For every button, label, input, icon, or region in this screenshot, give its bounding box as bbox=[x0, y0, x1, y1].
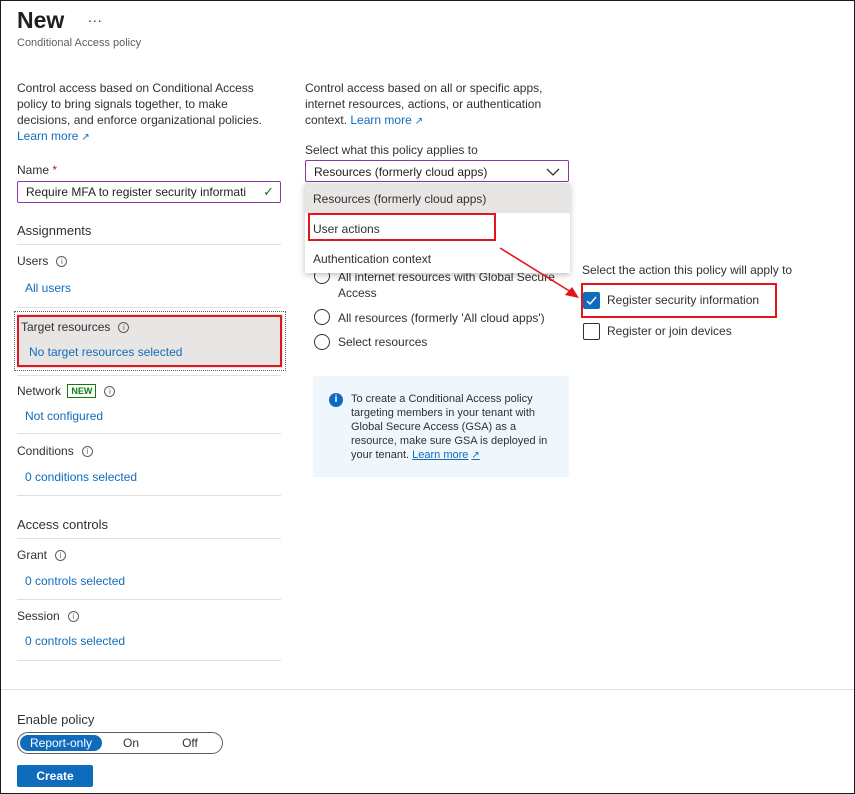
applies-to-select[interactable]: Resources (formerly cloud apps) bbox=[305, 160, 569, 182]
info-icon[interactable]: i bbox=[55, 550, 67, 561]
users-label: Users i bbox=[17, 254, 68, 268]
resources-description-text: Control access based on all or specific … bbox=[305, 81, 543, 127]
info-icon[interactable]: i bbox=[67, 611, 79, 622]
page-title: New bbox=[17, 7, 65, 33]
resources-description: Control access based on all or specific … bbox=[305, 80, 555, 130]
resources-learn-more-label: Learn more bbox=[350, 113, 412, 127]
access-controls-heading: Access controls bbox=[17, 517, 109, 532]
user-actions-highlight bbox=[308, 213, 496, 241]
footer-divider bbox=[1, 689, 854, 690]
policy-description: Control access based on Conditional Acce… bbox=[17, 80, 272, 146]
toggle-off-label: Off bbox=[182, 736, 198, 750]
external-link-icon: ↗ bbox=[81, 132, 90, 143]
register-security-info-highlight bbox=[581, 283, 777, 318]
target-resources-value-link[interactable]: No target resources selected bbox=[29, 345, 182, 359]
gsa-info-box: i To create a Conditional Access policy … bbox=[313, 376, 569, 477]
grant-label-text: Grant bbox=[17, 548, 48, 562]
radio-all-resources-label: All resources (formerly 'All cloud apps'… bbox=[338, 311, 545, 325]
toggle-on[interactable]: On bbox=[104, 735, 158, 751]
policy-description-text: Control access based on Conditional Acce… bbox=[17, 81, 262, 127]
divider bbox=[17, 495, 281, 496]
create-button-label: Create bbox=[36, 769, 74, 783]
network-label: Network NEW i bbox=[17, 384, 116, 398]
users-label-text: Users bbox=[17, 254, 49, 268]
external-link-icon: ↗ bbox=[471, 450, 480, 461]
info-icon[interactable]: i bbox=[104, 386, 116, 397]
info-icon[interactable]: i bbox=[118, 322, 130, 333]
gsa-learn-more-label: Learn more bbox=[412, 449, 469, 461]
register-join-devices-label: Register or join devices bbox=[607, 324, 732, 338]
external-link-icon: ↗ bbox=[414, 116, 424, 127]
grant-value-link[interactable]: 0 controls selected bbox=[25, 574, 125, 588]
info-icon[interactable]: i bbox=[81, 446, 93, 457]
enable-policy-toggle: Report-only On Off bbox=[17, 732, 223, 754]
conditions-label-text: Conditions bbox=[17, 444, 74, 458]
divider bbox=[17, 433, 281, 434]
chevron-down-icon bbox=[546, 168, 560, 176]
radio-select-resources-label: Select resources bbox=[338, 335, 428, 349]
divider bbox=[17, 599, 281, 600]
grant-label: Grant i bbox=[17, 548, 67, 562]
dropdown-option-resources[interactable]: Resources (formerly cloud apps) bbox=[305, 183, 570, 213]
session-label-text: Session bbox=[17, 609, 60, 623]
session-value-link[interactable]: 0 controls selected bbox=[25, 634, 125, 648]
valid-check-icon: ✓ bbox=[263, 184, 274, 199]
resources-learn-more-link[interactable]: Learn more ↗ bbox=[350, 113, 423, 127]
divider bbox=[17, 307, 281, 308]
toggle-report-only-label: Report-only bbox=[29, 736, 93, 750]
toggle-report-only[interactable]: Report-only bbox=[20, 735, 102, 751]
register-join-devices-checkbox[interactable] bbox=[583, 323, 600, 340]
session-label: Session i bbox=[17, 609, 79, 623]
conditions-label: Conditions i bbox=[17, 444, 93, 458]
divider bbox=[17, 660, 281, 661]
applies-to-select-value: Resources (formerly cloud apps) bbox=[314, 165, 488, 179]
name-field[interactable]: Require MFA to register security informa… bbox=[17, 181, 281, 203]
gsa-learn-more-link[interactable]: Learn more ↗ bbox=[412, 449, 480, 461]
dropdown-option-resources-label: Resources (formerly cloud apps) bbox=[313, 192, 487, 206]
annotation-arrow bbox=[499, 247, 579, 298]
gsa-info-content: To create a Conditional Access policy ta… bbox=[351, 392, 556, 463]
info-circle-icon: i bbox=[329, 393, 343, 407]
page-subtitle: Conditional Access policy bbox=[17, 37, 142, 49]
name-label-text: Name bbox=[17, 163, 50, 177]
divider bbox=[17, 375, 281, 376]
target-resources-label: Target resources i bbox=[21, 320, 130, 334]
divider bbox=[17, 244, 281, 245]
info-icon[interactable]: i bbox=[56, 256, 68, 267]
applies-to-label: Select what this policy applies to bbox=[305, 143, 478, 157]
toggle-off[interactable]: Off bbox=[160, 735, 220, 751]
assignments-heading: Assignments bbox=[17, 223, 92, 238]
divider bbox=[17, 538, 281, 539]
action-label: Select the action this policy will apply… bbox=[582, 263, 793, 277]
network-label-text: Network bbox=[17, 384, 62, 398]
learn-more-link[interactable]: Learn more ↗ bbox=[17, 129, 90, 143]
toggle-on-label: On bbox=[122, 736, 139, 750]
learn-more-label: Learn more bbox=[17, 129, 79, 143]
name-field-value: Require MFA to register security informa… bbox=[26, 185, 247, 199]
enable-policy-label: Enable policy bbox=[17, 712, 95, 727]
required-mark: * bbox=[52, 163, 58, 177]
more-options-button[interactable]: ... bbox=[88, 9, 103, 25]
dropdown-option-auth-context-label: Authentication context bbox=[313, 252, 432, 266]
radio-select-resources[interactable] bbox=[314, 334, 330, 350]
network-value-link[interactable]: Not configured bbox=[25, 409, 103, 423]
target-resources-label-text: Target resources bbox=[21, 320, 111, 334]
radio-all-resources[interactable] bbox=[314, 309, 330, 325]
new-badge: NEW bbox=[67, 384, 97, 398]
create-button[interactable]: Create bbox=[17, 765, 93, 787]
name-label: Name * bbox=[17, 163, 57, 177]
conditions-value-link[interactable]: 0 conditions selected bbox=[25, 470, 137, 484]
users-value-link[interactable]: All users bbox=[25, 281, 71, 295]
